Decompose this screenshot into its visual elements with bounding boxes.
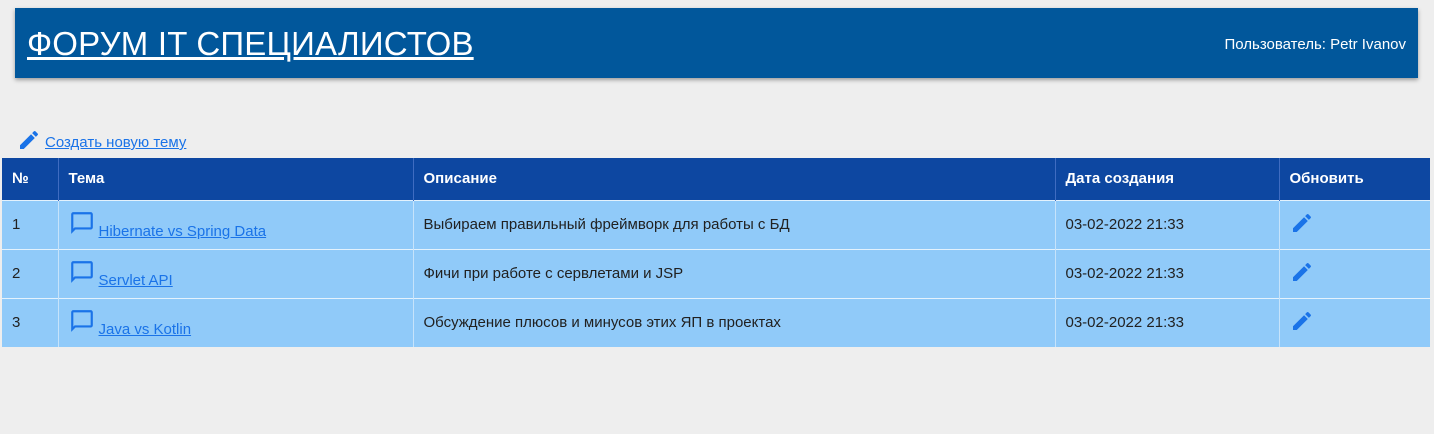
edit-topic-button[interactable] <box>1290 309 1314 333</box>
row-number: 2 <box>2 248 59 298</box>
update-cell <box>1279 248 1430 298</box>
row-number: 1 <box>2 199 59 249</box>
site-title-link[interactable]: ФОРУМ IT СПЕЦИАЛИСТОВ <box>27 25 474 63</box>
topic-link[interactable]: Servlet API <box>99 272 173 289</box>
topic-cell: Hibernate vs Spring Data <box>58 199 414 249</box>
user-info: Пользователь: Petr Ivanov <box>1224 35 1406 53</box>
topic-date: 03-02-2022 21:33 <box>1055 199 1280 249</box>
pencil-icon <box>1290 260 1314 284</box>
topics-table: № Тема Описание Дата создания Обновить 1… <box>2 158 1430 347</box>
column-header-update: Обновить <box>1279 158 1430 200</box>
topic-link[interactable]: Hibernate vs Spring Data <box>99 223 267 240</box>
chat-bubble-icon <box>69 259 95 289</box>
chat-bubble-icon <box>69 210 95 240</box>
topic-date: 03-02-2022 21:33 <box>1055 248 1280 298</box>
column-header-number: № <box>2 158 59 200</box>
table-header-row: № Тема Описание Дата создания Обновить <box>2 158 1430 200</box>
update-cell <box>1279 199 1430 249</box>
site-header: ФОРУМ IT СПЕЦИАЛИСТОВ Пользователь: Petr… <box>15 8 1418 78</box>
table-row: 2 Servlet API Фичи при работе с сервлета… <box>2 248 1430 298</box>
topic-cell: Servlet API <box>58 248 414 298</box>
topic-description: Обсуждение плюсов и минусов этих ЯП в пр… <box>413 297 1056 347</box>
table-row: 1 Hibernate vs Spring Data Выбираем прав… <box>2 199 1430 249</box>
edit-topic-button[interactable] <box>1290 260 1314 284</box>
pencil-icon <box>1290 211 1314 235</box>
pencil-icon <box>17 128 41 152</box>
create-topic-label: Создать новую тему <box>45 134 187 151</box>
column-header-topic: Тема <box>58 158 414 200</box>
column-header-date: Дата создания <box>1055 158 1280 200</box>
pencil-icon <box>1290 309 1314 333</box>
create-topic-link[interactable]: Создать новую тему <box>17 128 186 152</box>
update-cell <box>1279 297 1430 347</box>
column-header-description: Описание <box>413 158 1056 200</box>
topic-cell: Java vs Kotlin <box>58 297 414 347</box>
topic-date: 03-02-2022 21:33 <box>1055 297 1280 347</box>
topic-description: Фичи при работе с сервлетами и JSP <box>413 248 1056 298</box>
topic-link[interactable]: Java vs Kotlin <box>99 321 192 338</box>
row-number: 3 <box>2 297 59 347</box>
table-row: 3 Java vs Kotlin Обсуждение плюсов и мин… <box>2 297 1430 347</box>
edit-topic-button[interactable] <box>1290 211 1314 235</box>
chat-bubble-icon <box>69 308 95 338</box>
topic-description: Выбираем правильный фреймворк для работы… <box>413 199 1056 249</box>
